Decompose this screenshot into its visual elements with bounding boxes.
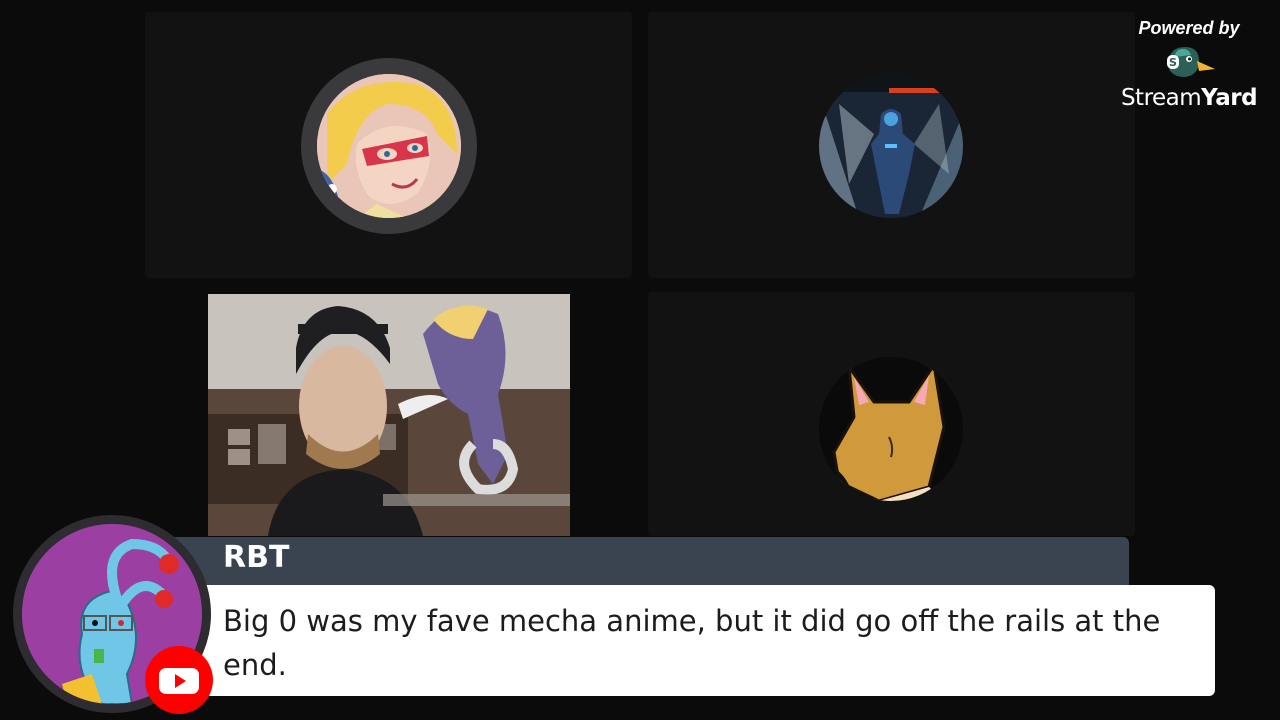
comment-author: RBT [223,540,290,575]
wordmark-yard: Yard [1201,85,1258,111]
fox-avatar-icon [819,357,963,501]
powered-by-text: Powered by [1138,18,1240,38]
hero-avatar-icon [317,74,461,218]
comment-text-box: Big 0 was my fave mecha anime, but it di… [200,585,1215,696]
streamyard-branding: Powered by S StreamYard [1114,18,1264,111]
comment-header-bar [160,537,1129,585]
armored-figure-avatar-icon [819,74,963,218]
webcam-feed [208,294,570,536]
stream-stage: Powered by S StreamYard RBT Big 0 was my… [0,0,1280,720]
comment-text: Big 0 was my fave mecha anime, but it di… [223,604,1161,682]
streamyard-duck-icon: S [1167,47,1215,77]
svg-text:S: S [1169,56,1177,69]
streamyard-wordmark: StreamYard [1114,85,1264,111]
youtube-icon [145,646,213,714]
wordmark-stream: Stream [1120,85,1202,111]
